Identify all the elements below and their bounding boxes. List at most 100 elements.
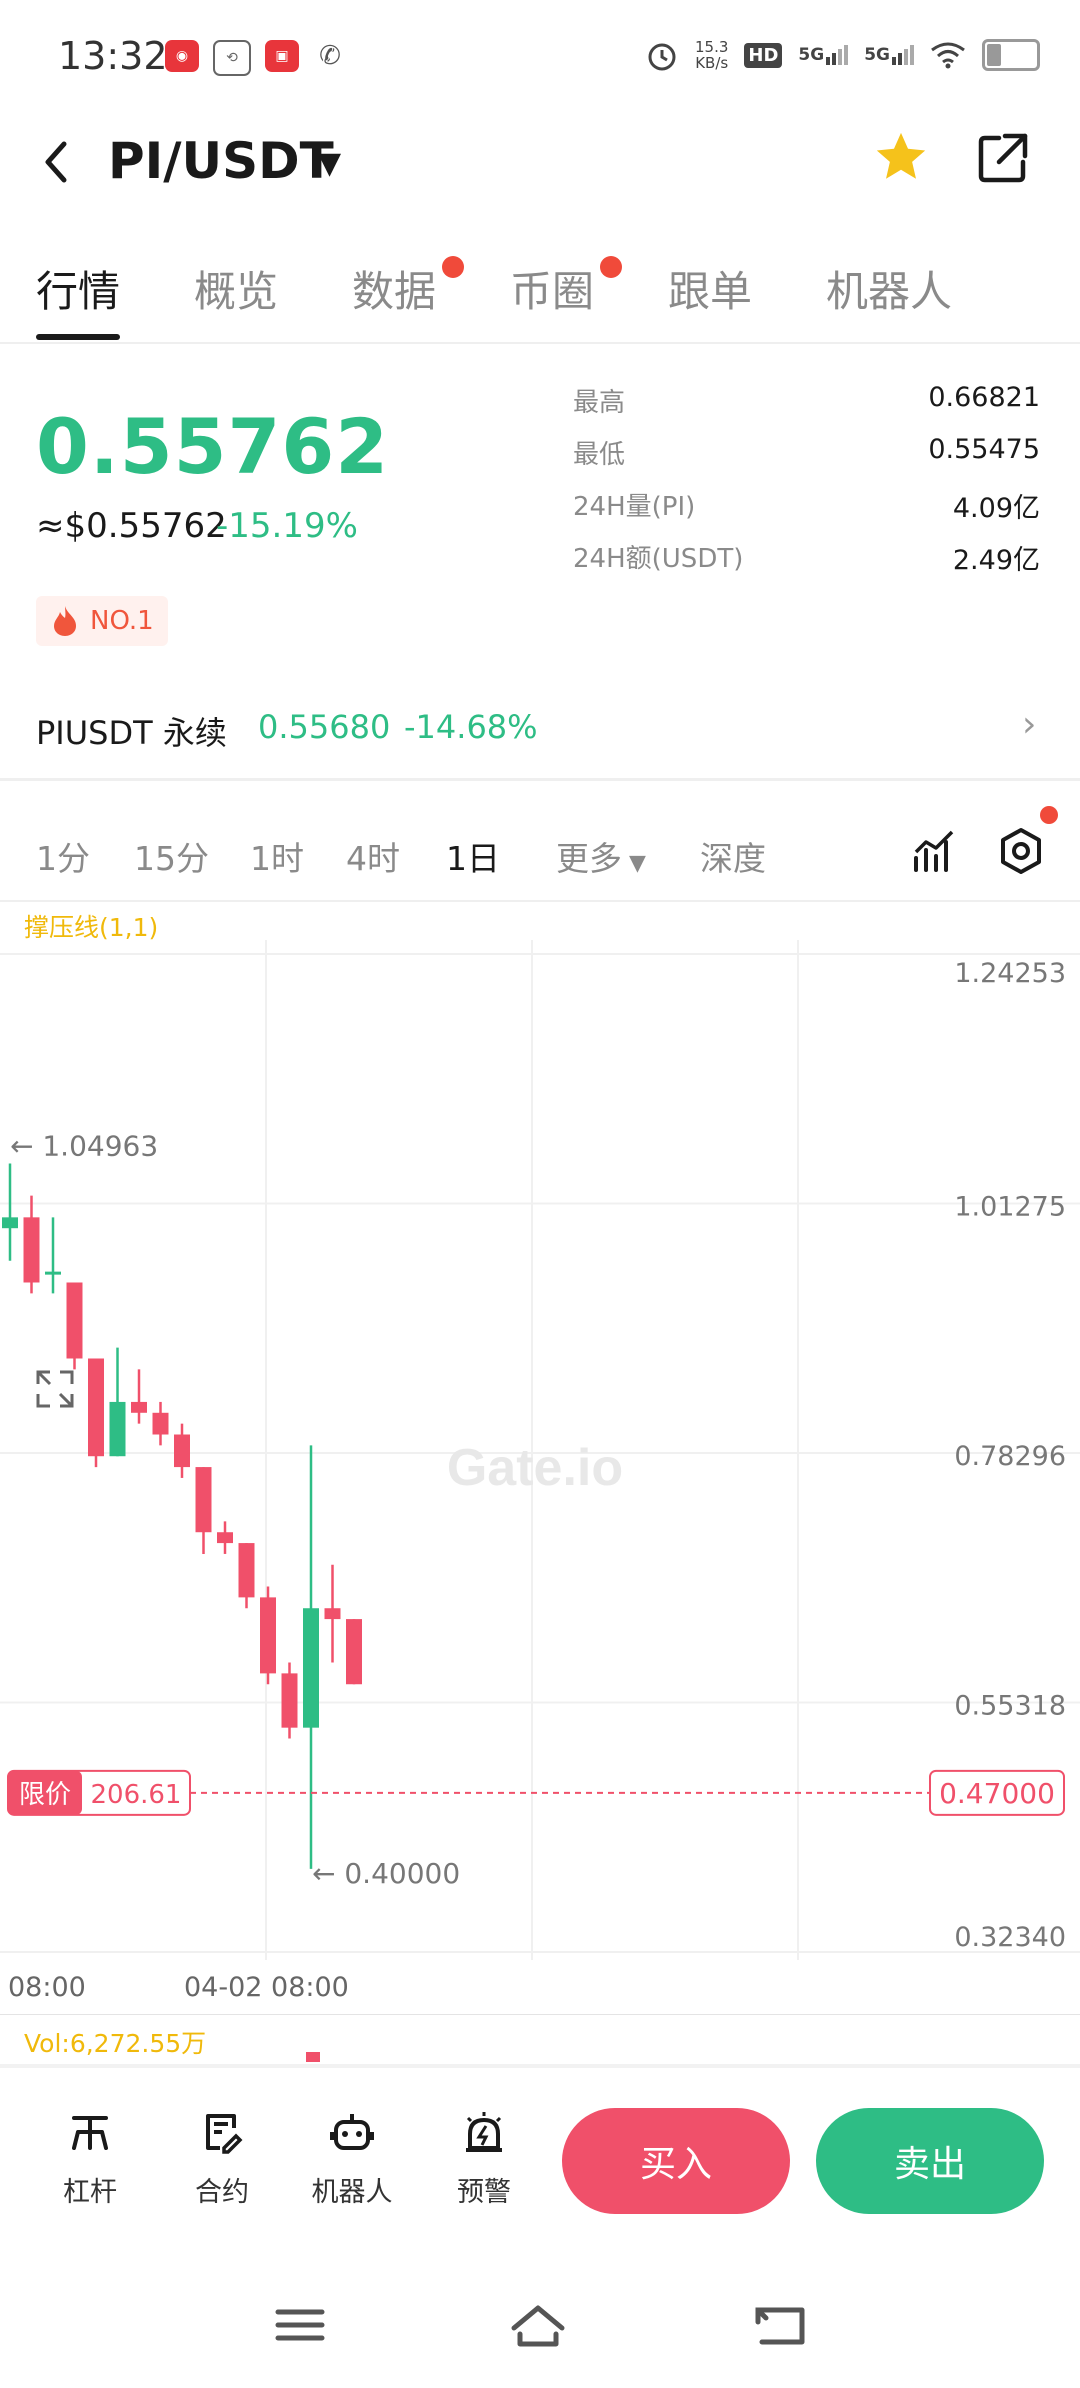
intervals-divider [0, 900, 1080, 902]
alert-button[interactable]: 预警 [434, 2108, 534, 2209]
candle-1 [23, 1195, 40, 1294]
alert-icon [466, 2112, 502, 2152]
depth-tab[interactable]: 深度 [700, 832, 766, 880]
stat-low-value: 0.55475 [928, 434, 1040, 465]
candle-body [109, 1401, 126, 1457]
candle-body [303, 1608, 319, 1728]
notification-icons: ◉ ⟲ ▣ ✆ [165, 40, 347, 76]
candle-8 [174, 1423, 190, 1478]
candle-15 [324, 1564, 341, 1663]
interval-1h[interactable]: 1时 [250, 832, 304, 880]
candle-9 [195, 1467, 212, 1554]
y-tick-4: 0.32340 [954, 1922, 1066, 1953]
limit-qty: 206.61 [91, 1780, 182, 1810]
high-price-marker: ← 1.04963 [10, 1129, 158, 1162]
usd-price: ≈$0.55762 [36, 506, 227, 546]
perpetual-price: 0.55680 [258, 708, 391, 746]
candle-body [281, 1673, 298, 1728]
interval-more[interactable]: 更多 ▼ [556, 832, 646, 880]
rank-label: NO.1 [90, 606, 154, 636]
tab-market[interactable]: 行情 [36, 258, 120, 319]
candle-10 [217, 1521, 233, 1554]
net-speed: 15.3 KB/s [694, 38, 729, 72]
sim2-signal-icon: 5G [864, 45, 914, 65]
y-tick-3: 0.55318 [954, 1691, 1066, 1722]
stat-high-label: 最高 [573, 388, 626, 418]
candle-body [195, 1467, 212, 1533]
candle-16 [346, 1619, 362, 1685]
robot-button[interactable]: 机器人 [302, 2108, 402, 2209]
buy-button[interactable]: 买入 [562, 2108, 790, 2214]
active-tab-underline [36, 334, 120, 340]
leverage-button[interactable]: 杠杆 [40, 2108, 140, 2209]
candle-body [23, 1217, 40, 1283]
vol-divider [0, 2014, 1080, 2015]
perpetual-name[interactable]: PIUSDT 永续 [36, 708, 227, 754]
candle-12 [260, 1586, 276, 1685]
candle-7 [152, 1401, 169, 1446]
perp-divider [0, 778, 1080, 781]
fire-icon [54, 606, 76, 636]
candle-body [217, 1532, 233, 1544]
candle-0 [2, 1163, 18, 1261]
candle-13 [281, 1662, 298, 1739]
tab-data-dot [442, 256, 464, 278]
share-icon[interactable] [975, 130, 1031, 186]
back-icon[interactable] [36, 132, 76, 192]
y-tick-2: 0.78296 [954, 1441, 1066, 1472]
sim1-signal-icon: 5G [798, 45, 849, 65]
interval-1d[interactable]: 1日 [446, 832, 500, 880]
expand-icon[interactable] [36, 1370, 74, 1408]
menu-nav-icon[interactable] [270, 2300, 330, 2350]
candle-6 [131, 1369, 147, 1424]
sell-button[interactable]: 卖出 [816, 2108, 1044, 2214]
x-tick-1: 04-02 08:00 [184, 1972, 349, 2003]
perpetual-change: -14.68% [404, 708, 538, 746]
candle-2 [45, 1217, 61, 1294]
tabs-divider [0, 342, 1080, 344]
indicator-icon[interactable] [912, 828, 958, 874]
tab-community-dot [600, 256, 622, 278]
favorite-star-icon[interactable] [872, 128, 930, 186]
volume-bar [306, 2052, 320, 2062]
candlestick-chart[interactable]: Gate.io 1.24253 1.01275 0.78296 0.55318 0.32… [0, 940, 1080, 1960]
limit-badge: 限价 206.61 [7, 1769, 191, 1816]
tab-data[interactable]: 数据 [352, 258, 436, 319]
candle-body [88, 1358, 104, 1457]
stat-turnover-label: 24H额(USDT) [573, 544, 744, 574]
wifi-icon [931, 42, 965, 69]
stat-high-value: 0.66821 [928, 382, 1040, 413]
chart-settings-icon[interactable] [996, 826, 1046, 876]
watermark: Gate.io [447, 1439, 623, 1497]
candle-body [238, 1543, 255, 1598]
interval-1m[interactable]: 1分 [36, 832, 90, 880]
contract-button[interactable]: 合约 [172, 2108, 272, 2209]
contract-icon [206, 2114, 243, 2154]
stat-low-label: 最低 [573, 440, 626, 470]
hd-badge: HD [744, 42, 783, 68]
sync-app-icon: ⟲ [213, 40, 251, 76]
interval-4h[interactable]: 4时 [346, 832, 400, 880]
pair-title[interactable]: PI/USDT [108, 132, 334, 190]
chevron-right-icon[interactable]: › [1022, 704, 1036, 745]
tab-bot[interactable]: 机器人 [826, 258, 952, 319]
stat-volume-value: 4.09亿 [952, 493, 1040, 524]
back-nav-icon[interactable] [752, 2300, 812, 2350]
y-tick-1: 1.01275 [954, 1191, 1066, 1222]
price-markers: ← 1.04963 ← 0.40000 限价 206.61 0.47000 [7, 1129, 1065, 1890]
tab-overview[interactable]: 概览 [194, 258, 278, 319]
tab-community[interactable]: 币圈 [510, 258, 594, 319]
battery-icon [982, 39, 1040, 71]
home-nav-icon[interactable] [508, 2300, 568, 2350]
limit-label: 限价 [19, 1780, 71, 1810]
interval-15m[interactable]: 15分 [134, 832, 209, 880]
limit-price-value: 0.47000 [939, 1777, 1055, 1810]
candles [2, 1163, 362, 1869]
low-price-marker: ← 0.40000 [312, 1857, 460, 1890]
stat-volume-label: 24H量(PI) [573, 492, 696, 522]
top-tabs: 行情 概览 数据 币圈 跟单 机器人 [0, 250, 1080, 340]
xiaohongshu-app-icon: ◉ [165, 40, 199, 72]
caret-down-icon[interactable]: ▼ [318, 146, 341, 181]
tab-copy-trade[interactable]: 跟单 [668, 258, 752, 319]
status-right: 15.3 KB/s HD 5G 5G [645, 38, 1040, 72]
